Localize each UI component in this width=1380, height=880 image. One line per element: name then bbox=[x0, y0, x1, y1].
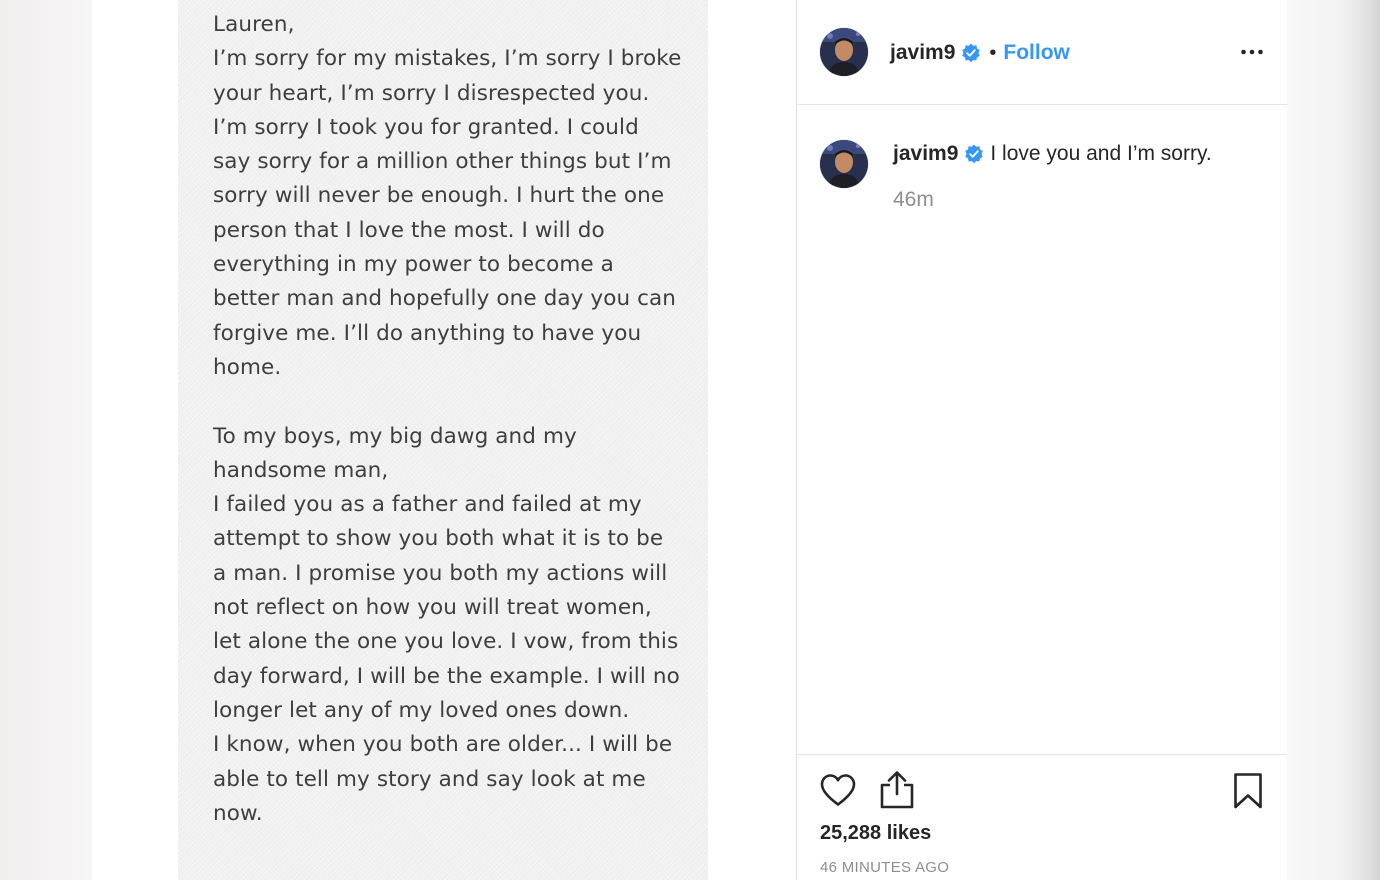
caption-line: javim9 I love you and I’m sorry. bbox=[893, 141, 1212, 167]
caption-username[interactable]: javim9 bbox=[893, 142, 958, 166]
comment-time: 46m bbox=[893, 188, 934, 211]
header-user-line: javim9 • Follow bbox=[890, 39, 1070, 67]
header-username[interactable]: javim9 bbox=[890, 41, 955, 65]
follow-button[interactable]: Follow bbox=[1003, 41, 1070, 65]
caption-text: I love you and I’m sorry. bbox=[990, 142, 1212, 165]
avatar[interactable] bbox=[820, 140, 868, 188]
left-backdrop bbox=[0, 0, 92, 880]
share-icon[interactable] bbox=[879, 770, 915, 810]
post-header: javim9 • Follow bbox=[797, 0, 1287, 105]
heart-icon[interactable] bbox=[819, 772, 857, 808]
more-options-icon[interactable] bbox=[1240, 40, 1264, 64]
post-image-note: Lauren, I’m sorry for my mistakes, I’m s… bbox=[178, 0, 708, 880]
screenshot-stage: Lauren, I’m sorry for my mistakes, I’m s… bbox=[0, 0, 1380, 880]
right-backdrop bbox=[1287, 0, 1380, 880]
verified-badge-icon bbox=[961, 43, 981, 63]
verified-badge-icon bbox=[964, 144, 984, 164]
separator-dot: • bbox=[989, 41, 997, 64]
post-timestamp[interactable]: 46 MINUTES AGO bbox=[820, 859, 949, 876]
likes-count[interactable]: 25,288 likes bbox=[820, 822, 931, 845]
actions-divider bbox=[797, 754, 1287, 755]
apology-note-text: Lauren, I’m sorry for my mistakes, I’m s… bbox=[213, 12, 682, 826]
post-side-panel: javim9 • Follow javim9 I love you and I’… bbox=[796, 0, 1288, 880]
avatar[interactable] bbox=[820, 28, 868, 76]
bookmark-icon[interactable] bbox=[1233, 772, 1263, 810]
